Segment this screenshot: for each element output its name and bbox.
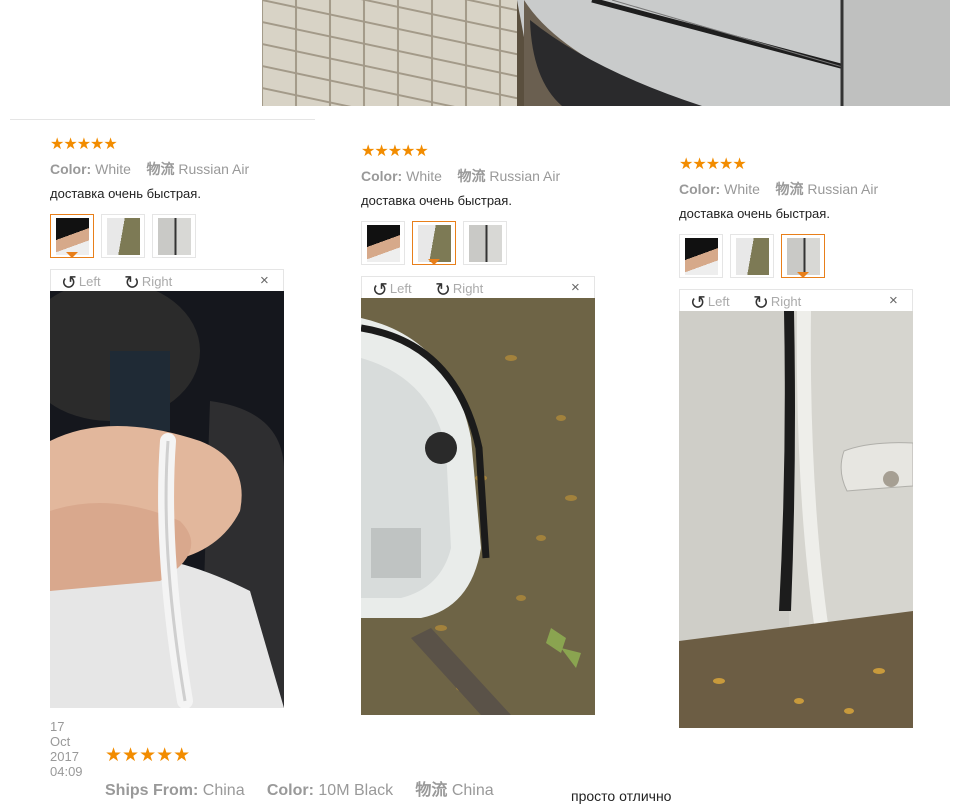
- ships-from-label: Ships From:: [105, 782, 199, 799]
- ships-from-value: China: [202, 782, 245, 799]
- logistics-value: China: [451, 782, 494, 799]
- top-review-photo: [262, 0, 950, 106]
- logistics-label: 物流: [775, 181, 804, 197]
- close-icon[interactable]: ×: [260, 272, 269, 289]
- image-viewer-toolbar: ↺ Left ↻ Right ×: [679, 289, 913, 314]
- logistics-label: 物流: [415, 782, 448, 799]
- rotate-left-label: Left: [707, 294, 730, 309]
- star-rating: ★★★★★: [361, 143, 429, 160]
- color-value: 10M Black: [318, 782, 394, 799]
- review-comment: просто отлично: [571, 788, 672, 804]
- logistics-value: Russian Air: [807, 181, 879, 197]
- color-label: Color:: [361, 168, 403, 184]
- color-value: White: [406, 168, 442, 184]
- rotate-left-label: Left: [78, 274, 101, 289]
- star-rating: ★★★★★: [679, 156, 747, 173]
- review-thumbnail-3[interactable]: [781, 234, 825, 278]
- review-date: 17 Oct 2017 04:09: [50, 719, 83, 779]
- review-comment: доставка очень быстрая.: [50, 186, 201, 201]
- review-thumbnail-2[interactable]: [101, 214, 145, 258]
- rotate-right-label: Right: [770, 294, 802, 309]
- star-rating: ★★★★★: [105, 745, 191, 766]
- color-label: Color:: [50, 161, 92, 177]
- rotate-left-label: Left: [389, 281, 412, 296]
- rotate-right-label: Right: [141, 274, 173, 289]
- review-thumbnail-1[interactable]: [50, 214, 94, 258]
- star-rating: ★★★★★: [50, 136, 118, 153]
- logistics-value: Russian Air: [178, 161, 250, 177]
- review-thumbnail-1[interactable]: [361, 221, 405, 265]
- close-icon[interactable]: ×: [571, 279, 580, 296]
- logistics-value: Russian Air: [489, 168, 561, 184]
- image-viewer-toolbar: ↺ Left ↻ Right ×: [361, 276, 595, 301]
- review-thumbnail-3[interactable]: [463, 221, 507, 265]
- color-label: Color:: [266, 782, 314, 799]
- review-thumbnail-1[interactable]: [679, 234, 723, 278]
- rotate-right-label: Right: [452, 281, 484, 296]
- review-thumbnail-2[interactable]: [412, 221, 456, 265]
- review-attributes: Color: White 物流 Russian Air: [361, 166, 560, 186]
- brick-wall-car-image: [262, 0, 950, 106]
- logistics-label: 物流: [457, 168, 486, 184]
- color-value: White: [724, 181, 760, 197]
- divider: [10, 119, 315, 120]
- review-comment: доставка очень быстрая.: [679, 206, 830, 221]
- close-icon[interactable]: ×: [889, 292, 898, 309]
- color-label: Color:: [679, 181, 721, 197]
- review-attributes: Ships From: China Color: 10M Black 物流 Ch…: [105, 776, 494, 800]
- review-comment: доставка очень быстрая.: [361, 193, 512, 208]
- review-photo-large: [50, 291, 284, 708]
- image-viewer-toolbar: ↺ Left ↻ Right ×: [50, 269, 284, 294]
- review-photo-large: [361, 298, 595, 715]
- review-attributes: Color: White 物流 Russian Air: [50, 159, 249, 179]
- review-photo-large: [679, 311, 913, 728]
- review-thumbnail-2[interactable]: [730, 234, 774, 278]
- logistics-label: 物流: [146, 161, 175, 177]
- color-value: White: [95, 161, 131, 177]
- review-thumbnail-3[interactable]: [152, 214, 196, 258]
- review-attributes: Color: White 物流 Russian Air: [679, 179, 878, 199]
